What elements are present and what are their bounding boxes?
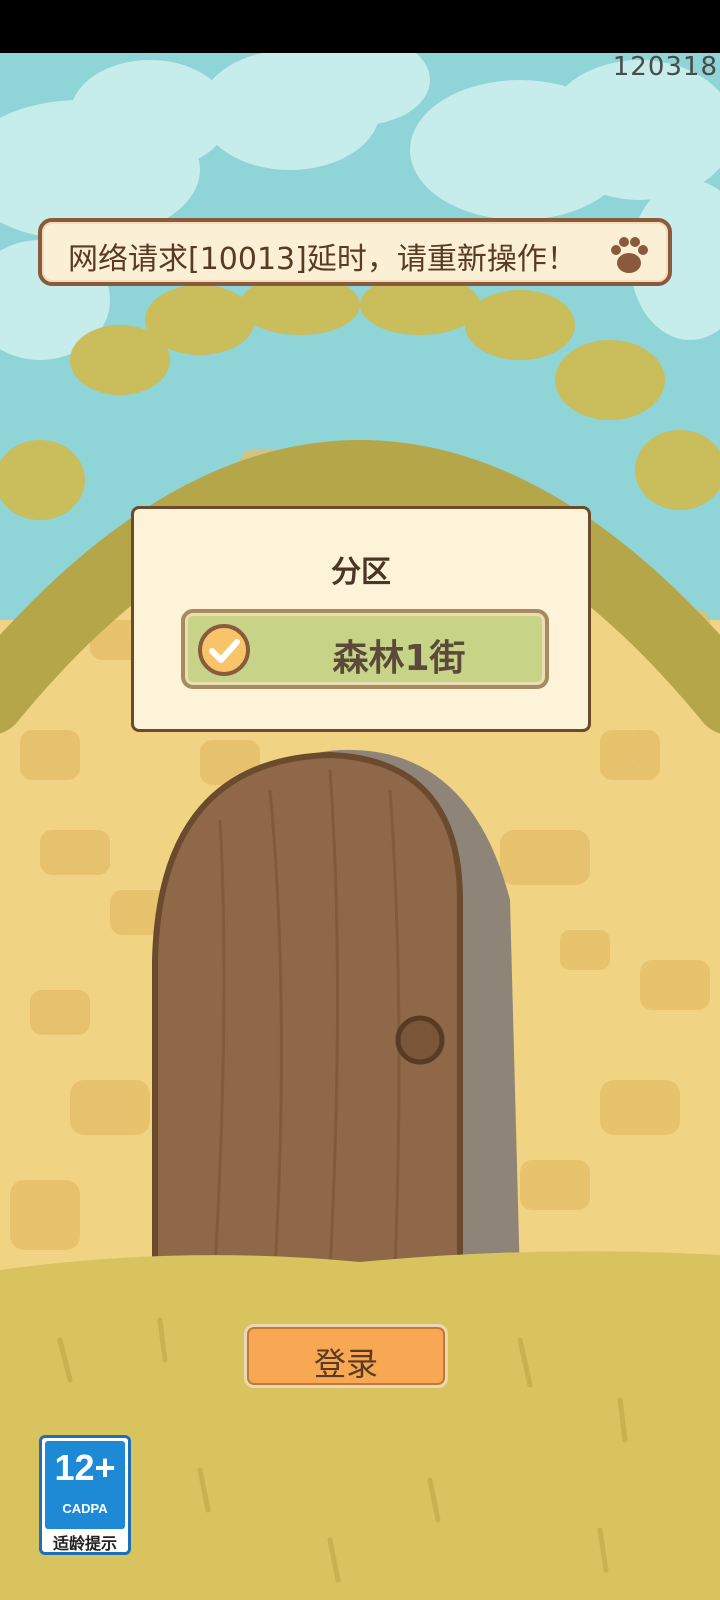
age-org: CADPA: [62, 1501, 108, 1516]
age-rating-badge[interactable]: 12+ CADPA 适龄提示: [39, 1435, 131, 1555]
login-button[interactable]: 登录: [244, 1324, 448, 1388]
server-select-panel: 分区 森林1街: [131, 506, 591, 732]
server-name: 森林1街: [332, 638, 466, 679]
age-hint: 适龄提示: [52, 1534, 117, 1553]
version-code: 120318: [612, 52, 718, 82]
status-bar: [0, 0, 720, 53]
check-circle-icon: [198, 624, 250, 676]
age-number: 12+: [54, 1447, 116, 1488]
panel-title: 分区: [331, 555, 391, 590]
toast-message: 网络请求[10013]延时，请重新操作！: [68, 242, 577, 277]
age-rating-panel: 12+ CADPA: [45, 1441, 125, 1529]
login-label: 登录: [313, 1345, 378, 1383]
network-toast: 网络请求[10013]延时，请重新操作！: [38, 218, 672, 286]
server-option-button[interactable]: 森林1街: [181, 609, 549, 689]
paw-icon: [611, 237, 648, 273]
